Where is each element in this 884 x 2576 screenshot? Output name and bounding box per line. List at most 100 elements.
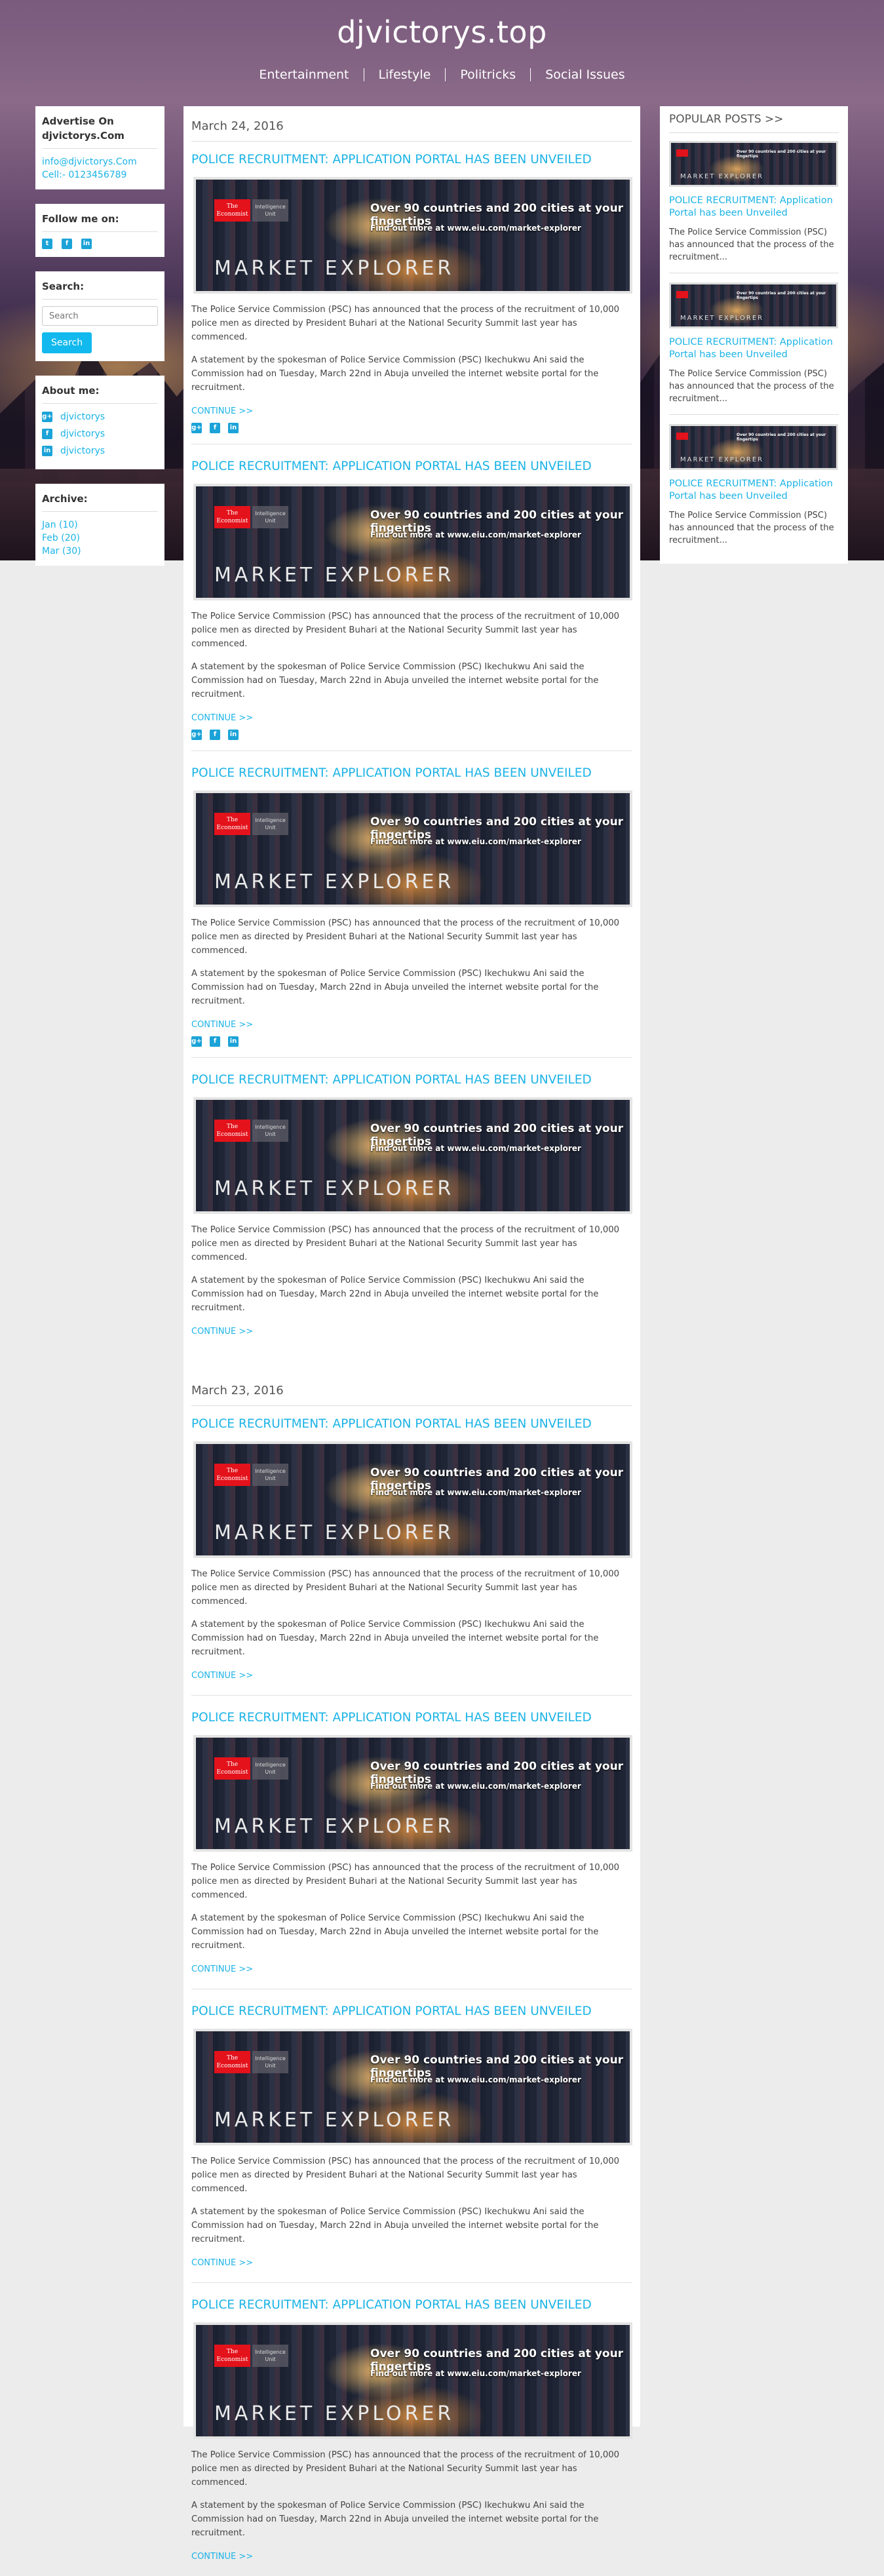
popular-post-excerpt: The Police Service Commission (PSC) has … — [669, 369, 834, 404]
post: POLICE RECRUITMENT: APPLICATION PORTAL H… — [191, 2004, 632, 2283]
archive-feb[interactable]: Feb (20) — [42, 532, 158, 545]
post: POLICE RECRUITMENT: APPLICATION PORTAL H… — [191, 2297, 632, 2576]
linkedin-icon[interactable]: in — [81, 239, 92, 249]
search-button[interactable]: Search — [42, 332, 92, 353]
banner-subline: Find out more at www.eiu.com/market-expl… — [370, 1782, 581, 1791]
popular-post-excerpt: The Police Service Commission (PSC) has … — [669, 227, 834, 262]
post: POLICE RECRUITMENT: APPLICATION PORTAL H… — [191, 766, 632, 1058]
post: POLICE RECRUITMENT: APPLICATION PORTAL H… — [191, 1072, 632, 1351]
thumbnail-brand-logo — [676, 149, 688, 157]
advertise-email-link[interactable]: info@djvictorys.Com — [42, 155, 158, 168]
post-banner-image[interactable]: The Economist Intelligence Unit Over 90 … — [193, 790, 632, 907]
banner-brand-unit: Intelligence Unit — [252, 2051, 288, 2073]
popular-posts-sidebar: POPULAR POSTS >> Over 90 countries and 2… — [660, 106, 848, 564]
post-title[interactable]: POLICE RECRUITMENT: APPLICATION PORTAL H… — [191, 2297, 632, 2313]
post-title[interactable]: POLICE RECRUITMENT: APPLICATION PORTAL H… — [191, 766, 632, 781]
continue-link[interactable]: CONTINUE >> — [191, 713, 253, 723]
nav-social-issues[interactable]: Social Issues — [530, 68, 639, 81]
about-link-facebook[interactable]: djvictorys — [60, 427, 105, 440]
post-banner-image[interactable]: The Economist Intelligence Unit Over 90 … — [193, 1735, 632, 1852]
thumbnail-wordmark: MARKET EXPLORER — [680, 456, 764, 463]
left-sidebar: Advertise On djvictorys.Com info@djvicto… — [35, 106, 164, 580]
popular-post-excerpt: The Police Service Commission (PSC) has … — [669, 511, 834, 545]
post-excerpt-2: A statement by the spokesman of Police S… — [191, 1276, 599, 1313]
continue-link[interactable]: CONTINUE >> — [191, 406, 253, 416]
continue-link[interactable]: CONTINUE >> — [191, 1671, 253, 1681]
facebook-icon[interactable]: f — [210, 730, 220, 740]
advertise-title-line1: Advertise On — [42, 115, 114, 127]
banner-brand-logo: The Economist — [214, 506, 250, 528]
post-excerpt-2: A statement by the spokesman of Police S… — [191, 1620, 599, 1657]
post-banner-image[interactable]: The Economist Intelligence Unit Over 90 … — [193, 2029, 632, 2145]
linkedin-icon[interactable]: in — [228, 730, 239, 740]
follow-widget: Follow me on: t f in — [35, 204, 164, 257]
linkedin-icon[interactable]: in — [228, 423, 239, 433]
banner-subline: Find out more at www.eiu.com/market-expl… — [370, 1488, 581, 1497]
archive-jan[interactable]: Jan (10) — [42, 518, 158, 532]
continue-link[interactable]: CONTINUE >> — [191, 1327, 253, 1337]
continue-link[interactable]: CONTINUE >> — [191, 1020, 253, 1030]
googleplus-icon[interactable]: g+ — [191, 1036, 202, 1047]
post-title[interactable]: POLICE RECRUITMENT: APPLICATION PORTAL H… — [191, 459, 632, 475]
facebook-icon: f — [42, 429, 52, 439]
popular-post-thumbnail[interactable]: Over 90 countries and 200 cities at your… — [669, 283, 838, 328]
post: POLICE RECRUITMENT: APPLICATION PORTAL H… — [191, 459, 632, 751]
post-banner-image[interactable]: The Economist Intelligence Unit Over 90 … — [193, 177, 632, 294]
about-link-googleplus[interactable]: djvictorys — [60, 410, 105, 423]
facebook-icon[interactable]: f — [62, 239, 72, 249]
advertise-title: Advertise On djvictorys.Com — [42, 114, 158, 149]
popular-post-item: Over 90 countries and 200 cities at your… — [669, 283, 839, 415]
post-title[interactable]: POLICE RECRUITMENT: APPLICATION PORTAL H… — [191, 2004, 632, 2020]
post-feed: March 24, 2016 POLICE RECRUITMENT: APPLI… — [183, 106, 640, 2562]
about-item-linkedin[interactable]: in djvictorys — [42, 444, 158, 458]
post-title[interactable]: POLICE RECRUITMENT: APPLICATION PORTAL H… — [191, 1710, 632, 1726]
post-banner-image[interactable]: The Economist Intelligence Unit Over 90 … — [193, 484, 632, 600]
banner-brand-logo: The Economist — [214, 2345, 250, 2367]
post-banner-image[interactable]: The Economist Intelligence Unit Over 90 … — [193, 1097, 632, 1214]
post-excerpt-1: The Police Service Commission (PSC) has … — [191, 2450, 620, 2488]
archive-mar[interactable]: Mar (30) — [42, 545, 158, 558]
googleplus-icon[interactable]: g+ — [191, 423, 202, 433]
search-title: Search: — [42, 279, 158, 300]
popular-post-title[interactable]: POLICE RECRUITMENT: Application Portal h… — [669, 478, 839, 503]
nav-lifestyle[interactable]: Lifestyle — [363, 68, 446, 81]
popular-posts-title[interactable]: POPULAR POSTS >> — [669, 113, 839, 133]
continue-link[interactable]: CONTINUE >> — [191, 2258, 253, 2268]
facebook-icon[interactable]: f — [210, 423, 220, 433]
banner-brand-logo: The Economist — [214, 1464, 250, 1486]
popular-post-item: Over 90 countries and 200 cities at your… — [669, 141, 839, 273]
post-title[interactable]: POLICE RECRUITMENT: APPLICATION PORTAL H… — [191, 1416, 632, 1432]
banner-brand-unit: Intelligence Unit — [252, 1120, 288, 1142]
popular-posts-list: Over 90 countries and 200 cities at your… — [669, 141, 839, 556]
linkedin-icon[interactable]: in — [228, 1036, 239, 1047]
about-item-facebook[interactable]: f djvictorys — [42, 427, 158, 440]
banner-brand-logo: The Economist — [214, 1120, 250, 1142]
post-title[interactable]: POLICE RECRUITMENT: APPLICATION PORTAL H… — [191, 1072, 632, 1088]
nav-politricks[interactable]: Politricks — [445, 68, 530, 81]
post-excerpt-1: The Police Service Commission (PSC) has … — [191, 305, 620, 342]
site-title[interactable]: djvictorys.top — [0, 14, 884, 50]
popular-post-title[interactable]: POLICE RECRUITMENT: Application Portal h… — [669, 195, 839, 220]
facebook-icon[interactable]: f — [210, 1036, 220, 1047]
banner-brand-logo: The Economist — [214, 813, 250, 835]
search-widget: Search: Search — [35, 271, 164, 361]
continue-link[interactable]: CONTINUE >> — [191, 2552, 253, 2562]
post-banner-image[interactable]: The Economist Intelligence Unit Over 90 … — [193, 1441, 632, 1558]
banner-subline: Find out more at www.eiu.com/market-expl… — [370, 530, 581, 539]
post-title[interactable]: POLICE RECRUITMENT: APPLICATION PORTAL H… — [191, 152, 632, 168]
post-excerpt-1: The Police Service Commission (PSC) has … — [191, 1569, 620, 1607]
twitter-icon[interactable]: t — [42, 239, 52, 249]
about-link-linkedin[interactable]: djvictorys — [60, 444, 105, 458]
about-widget: About me: g+ djvictorys f djvictorys in … — [35, 376, 164, 469]
about-item-googleplus[interactable]: g+ djvictorys — [42, 410, 158, 423]
post-banner-image[interactable]: The Economist Intelligence Unit Over 90 … — [193, 2322, 632, 2439]
popular-post-thumbnail[interactable]: Over 90 countries and 200 cities at your… — [669, 141, 838, 187]
popular-post-title[interactable]: POLICE RECRUITMENT: Application Portal h… — [669, 336, 839, 361]
search-input[interactable] — [42, 306, 158, 326]
banner-subline: Find out more at www.eiu.com/market-expl… — [370, 224, 581, 233]
advertise-title-line2: djvictorys.Com — [42, 130, 125, 142]
googleplus-icon[interactable]: g+ — [191, 730, 202, 740]
nav-entertainment[interactable]: Entertainment — [244, 68, 363, 81]
continue-link[interactable]: CONTINUE >> — [191, 1964, 253, 1974]
popular-post-thumbnail[interactable]: Over 90 countries and 200 cities at your… — [669, 424, 838, 470]
